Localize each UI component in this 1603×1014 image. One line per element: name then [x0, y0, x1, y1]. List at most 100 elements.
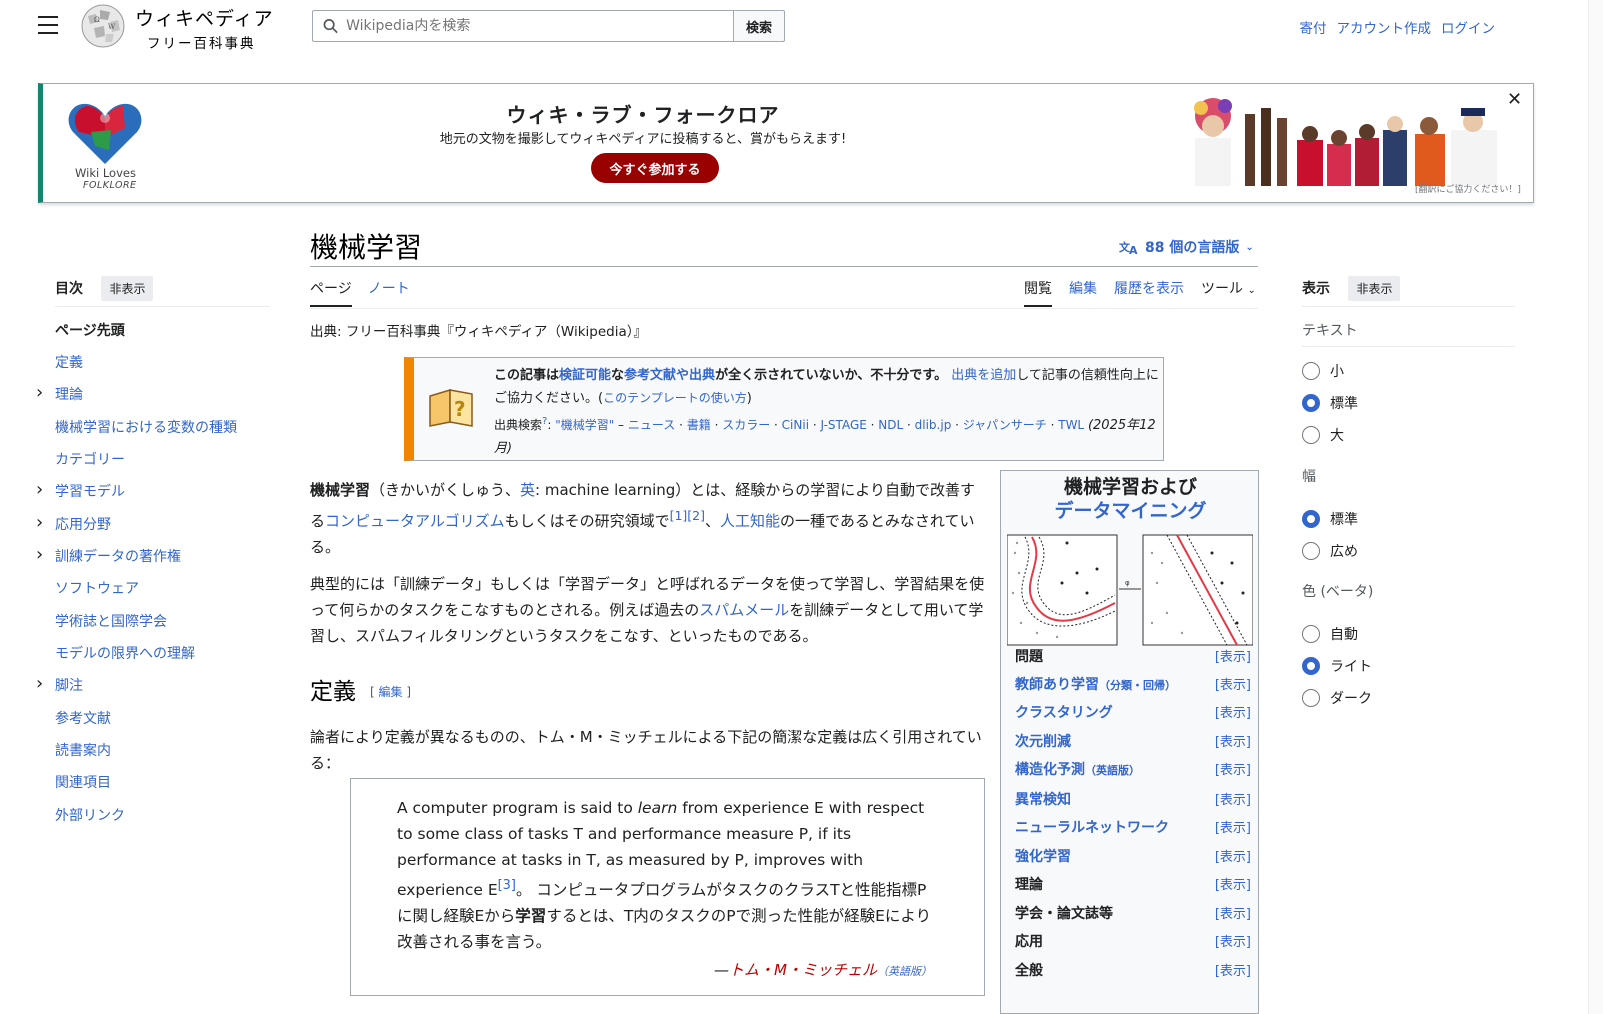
banner-translate-link[interactable]: [翻訳にご協力ください！] [1415, 182, 1521, 195]
chevron-right-icon[interactable]: › [36, 514, 43, 532]
infobox-row-link[interactable]: 教師あり学習 [1015, 677, 1099, 693]
infobox-row-note[interactable]: （分類・回帰） [1099, 679, 1176, 692]
references-link[interactable]: 参考文献や出典 [624, 368, 715, 383]
tab-talk[interactable]: ノート [368, 278, 410, 307]
toc-item[interactable]: 関連項目 [55, 772, 111, 792]
infobox-row-link[interactable]: 異常検知 [1015, 792, 1071, 808]
algorithm-link[interactable]: コンピュータアルゴリズム [325, 512, 505, 530]
wikipedia-globe-logo[interactable]: Ω W [78, 2, 128, 50]
citation-search-link[interactable]: J-STAGE [820, 418, 866, 432]
radio-button[interactable] [1302, 542, 1320, 560]
infobox-row-note[interactable]: （英語版） [1085, 764, 1140, 777]
toc-item[interactable]: 学術誌と国際学会 [55, 611, 167, 631]
infobox-show-toggle[interactable]: [表示] [1215, 759, 1251, 779]
language-button[interactable]: 文A 88 個の言語版 ⌄ [1119, 237, 1254, 257]
infobox-row-link[interactable]: 強化学習 [1015, 849, 1071, 865]
tab-history[interactable]: 履歴を表示 [1114, 278, 1184, 307]
toc-item[interactable]: 定義 [55, 352, 83, 372]
infobox-show-toggle[interactable]: [表示] [1215, 817, 1251, 837]
reference-link[interactable]: [1][2] [670, 508, 705, 523]
infobox-row-link[interactable]: 構造化予測 [1015, 762, 1085, 778]
tab-page[interactable]: ページ [310, 278, 352, 307]
infobox-show-toggle[interactable]: [表示] [1215, 931, 1251, 951]
section-edit-link[interactable]: 編集 [379, 685, 403, 699]
citation-search-link[interactable]: ニュース [628, 418, 675, 432]
radio-button[interactable] [1302, 657, 1320, 675]
radio-button[interactable] [1302, 625, 1320, 643]
infobox-row-link[interactable]: ニューラルネットワーク [1015, 820, 1169, 836]
toc-item[interactable]: 学習モデル [55, 481, 125, 501]
citation-search-link[interactable]: TWL [1058, 418, 1084, 432]
data-mining-link[interactable]: データマイニング [1054, 500, 1206, 522]
reference-link[interactable]: [3] [498, 878, 516, 893]
ai-link[interactable]: 人工知能 [720, 512, 780, 530]
banner-join-button[interactable]: 今すぐ参加する [591, 153, 719, 183]
toc-item[interactable]: 脚注 [55, 675, 83, 695]
appearance-hide-button[interactable]: 非表示 [1348, 276, 1401, 301]
search-term-link[interactable]: "機械学習" [555, 418, 614, 432]
infobox-show-toggle[interactable]: [表示] [1215, 846, 1251, 866]
main-menu-button[interactable] [38, 16, 58, 34]
toc-item[interactable]: 外部リンク [55, 805, 125, 825]
citation-search-link[interactable]: CiNii [782, 418, 809, 432]
width-option[interactable]: 標準 [1302, 509, 1358, 529]
toc-item[interactable]: ページ先頭 [55, 320, 125, 340]
citation-search-help-link[interactable]: ? [542, 416, 547, 427]
color-option[interactable]: ダーク [1302, 688, 1372, 708]
add-citation-link[interactable]: 出典を追加 [951, 368, 1016, 383]
infobox-show-toggle[interactable]: [表示] [1215, 903, 1251, 923]
spam-link[interactable]: スパムメール [699, 601, 789, 619]
chevron-right-icon[interactable]: › [36, 546, 43, 564]
radio-button[interactable] [1302, 510, 1320, 528]
chevron-right-icon[interactable]: › [36, 384, 43, 402]
donate-link[interactable]: 寄付 [1300, 17, 1327, 37]
infobox-show-toggle[interactable]: [表示] [1215, 731, 1251, 751]
text-size-option[interactable]: 大 [1302, 425, 1344, 445]
radio-button[interactable] [1302, 689, 1320, 707]
verifiability-link[interactable]: 検証可能 [559, 368, 611, 383]
infobox-show-toggle[interactable]: [表示] [1215, 874, 1251, 894]
tab-edit[interactable]: 編集 [1069, 278, 1097, 307]
citation-search-link[interactable]: ジャパンサーチ [963, 418, 1047, 432]
login-link[interactable]: ログイン [1441, 17, 1495, 37]
citation-search-link[interactable]: スカラー [722, 418, 770, 432]
author-english-link[interactable]: （英語版） [877, 965, 932, 978]
chevron-right-icon[interactable]: › [36, 481, 43, 499]
wordmark[interactable]: ウィキペディア フリー百科事典 [135, 4, 274, 52]
infobox-show-toggle[interactable]: [表示] [1215, 646, 1251, 666]
create-account-link[interactable]: アカウント作成 [1337, 17, 1432, 37]
color-option[interactable]: ライト [1302, 656, 1372, 676]
toc-item[interactable]: モデルの限界への理解 [55, 643, 195, 663]
radio-button[interactable] [1302, 394, 1320, 412]
toc-item[interactable]: 訓練データの著作権 [55, 546, 181, 566]
toc-hide-button[interactable]: 非表示 [101, 276, 154, 301]
scrollbar[interactable] [1588, 0, 1603, 1014]
author-link[interactable]: トム・M・ミッチェル [729, 961, 877, 979]
toc-item[interactable]: 応用分野 [55, 514, 111, 534]
citation-search-link[interactable]: 書籍 [687, 418, 711, 432]
toc-item[interactable]: 参考文献 [55, 708, 111, 728]
toc-item[interactable]: カテゴリー [55, 449, 125, 469]
infobox-row-link[interactable]: 次元削減 [1015, 734, 1071, 750]
infobox-show-toggle[interactable]: [表示] [1215, 702, 1251, 722]
toc-item[interactable]: 読書案内 [55, 740, 111, 760]
close-icon[interactable]: ✕ [1507, 89, 1522, 110]
color-option[interactable]: 自動 [1302, 624, 1358, 644]
english-link[interactable]: 英 [520, 481, 535, 499]
infobox-show-toggle[interactable]: [表示] [1215, 960, 1251, 980]
citation-search-link[interactable]: NDL [878, 418, 903, 432]
citation-search-link[interactable]: dlib.jp [915, 418, 952, 432]
toc-item[interactable]: 理論 [55, 384, 83, 404]
infobox-row-link[interactable]: クラスタリング [1015, 705, 1113, 721]
tab-read[interactable]: 閲覧 [1024, 278, 1052, 307]
text-size-option[interactable]: 小 [1302, 361, 1344, 381]
chevron-right-icon[interactable]: › [36, 675, 43, 693]
search-input[interactable] [346, 18, 733, 34]
template-usage-link[interactable]: このテンプレートの使い方 [603, 391, 747, 405]
infobox-show-toggle[interactable]: [表示] [1215, 789, 1251, 809]
radio-button[interactable] [1302, 426, 1320, 444]
radio-button[interactable] [1302, 362, 1320, 380]
tools-menu[interactable]: ツール ⌄ [1201, 278, 1256, 307]
toc-item[interactable]: ソフトウェア [55, 578, 139, 598]
text-size-option[interactable]: 標準 [1302, 393, 1358, 413]
